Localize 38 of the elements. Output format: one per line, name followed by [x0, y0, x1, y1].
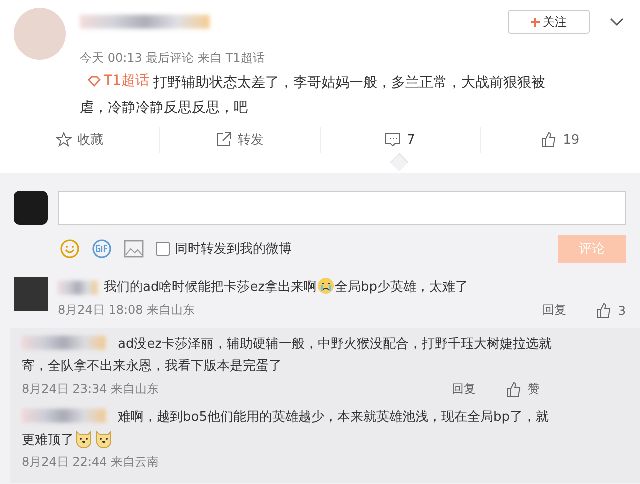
diamond-icon — [88, 76, 101, 87]
reply-meta: 8月24日 22:44 来自云南 — [22, 454, 160, 471]
gif-icon[interactable] — [92, 239, 112, 259]
reply-button[interactable]: 回复 — [446, 380, 482, 399]
image-icon[interactable] — [124, 240, 144, 258]
post-text: T1超话 打野辅助状态太差了，李哥姑妈一般，多兰正常，大战前狠狠被虐，冷静冷静反思反思，吧 — [80, 69, 572, 121]
like-action[interactable]: 19 — [535, 127, 586, 153]
like-button[interactable]: 3 — [590, 302, 632, 320]
reply-text: ad没ez卡莎泽丽，辅助硬辅一般，中野火猴没配合，打野千珏大树婕拉选就寄，全队拿不出来永恩，我看下版本是完蛋了 — [22, 335, 554, 376]
crying-emoji-icon — [317, 277, 336, 295]
follow-button[interactable]: 关注 — [508, 10, 590, 34]
thumbs-up-icon — [506, 382, 522, 398]
blurred-username — [58, 281, 98, 295]
star-icon — [56, 132, 72, 148]
comment-action[interactable]: 7 — [378, 127, 422, 153]
comment-text: 我们的ad啥时候能把卡莎ez拿出来啊 全局bp少英雄，太难了 — [104, 277, 469, 299]
reply-meta: 8月24日 23:34 来自山东 — [22, 381, 160, 398]
comment-meta: 8月24日 18:08 来自山东 — [58, 302, 196, 319]
smiley-icon[interactable] — [60, 239, 80, 259]
post-meta: 今天 00:13 最后评论 来自 T1超话 — [80, 50, 266, 67]
repost-action[interactable]: 转发 — [210, 127, 270, 153]
avatar-placeholder — [14, 8, 66, 60]
thumbs-up-icon — [541, 132, 558, 148]
chevron-down-icon[interactable] — [610, 18, 624, 26]
avatar-placeholder — [14, 191, 48, 225]
comment-input[interactable] — [58, 191, 626, 225]
repost-option[interactable]: 同时转发到我的微博 — [156, 240, 292, 258]
checkbox[interactable] — [156, 242, 170, 256]
reply-button[interactable]: 回复 — [536, 301, 572, 320]
topic-link[interactable]: T1超话 — [88, 69, 150, 94]
avatar-placeholder — [14, 277, 48, 311]
share-icon — [216, 132, 232, 148]
comment-icon — [384, 132, 401, 148]
like-button[interactable]: 赞 — [500, 380, 546, 399]
reply-text: 难啊，越到bo5他们能用的英雄越少，本来就英雄池浅，现在全局bp了，就更难顶了 — [22, 408, 550, 451]
favorite-action[interactable]: 收藏 — [50, 127, 110, 153]
plus-icon — [531, 18, 540, 26]
thumbs-up-icon — [596, 302, 612, 318]
